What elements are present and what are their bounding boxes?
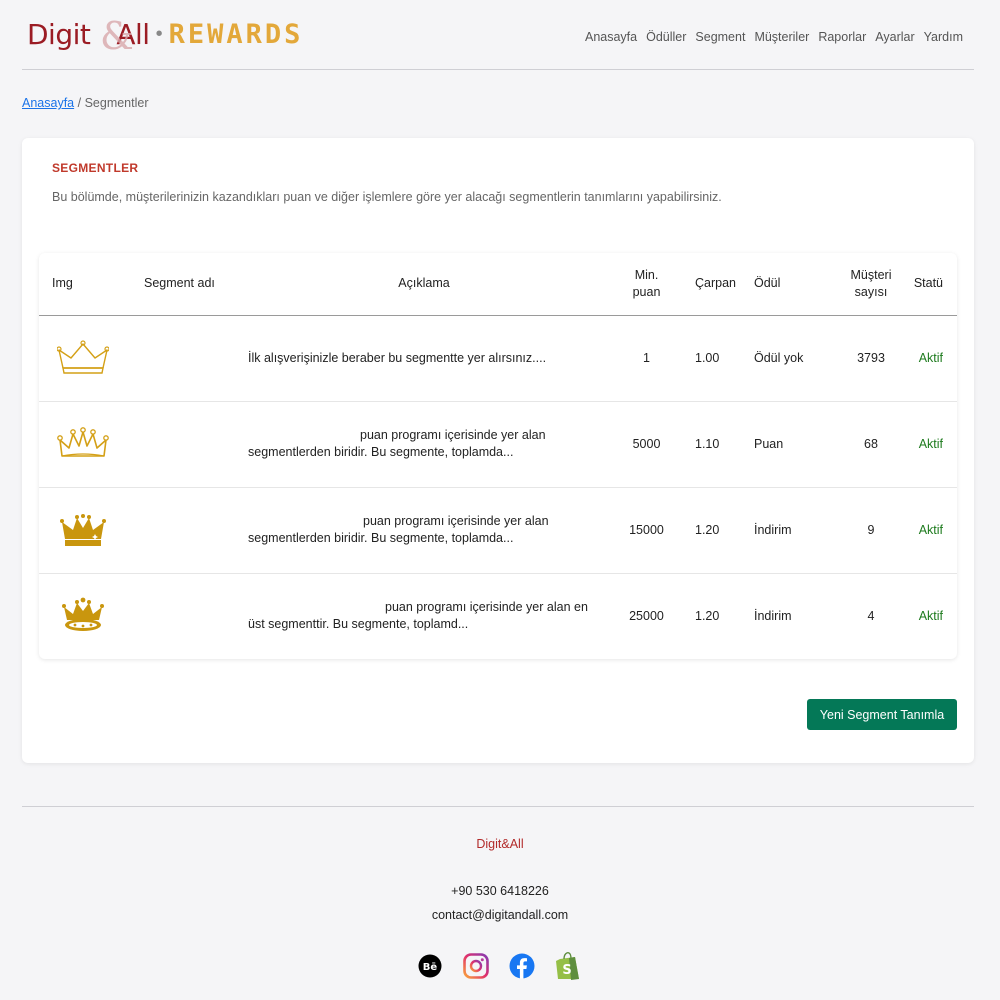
status-badge: Aktif: [918, 522, 943, 537]
header-min-line2: puan: [632, 284, 661, 299]
footer-divider: [22, 806, 974, 807]
segment-name: [131, 315, 248, 401]
logo-ampersand: &: [100, 14, 134, 58]
table-row[interactable]: puan programı içerisinde yer alan segment…: [39, 487, 957, 573]
svg-text:S: S: [562, 963, 571, 978]
nav-segment[interactable]: Segment: [695, 30, 745, 44]
header-description: Açıklama: [398, 276, 450, 291]
header-min-line1: Min.: [634, 267, 659, 282]
nav-yardim[interactable]: Yardım: [924, 30, 963, 44]
breadcrumb: Anasayfa / Segmentler: [22, 96, 149, 110]
table-row[interactable]: puan programı içerisinde yer alan en üst …: [39, 573, 957, 659]
segment-customer-count: 9: [867, 522, 875, 537]
segments-table: Img Segment adı Açıklama Min. puan Çarpan…: [39, 253, 957, 659]
crown-outline-dots-icon: [57, 427, 109, 457]
segment-description: puan programı içerisinde yer alan segment…: [248, 487, 608, 573]
social-links: Bē S: [417, 952, 581, 980]
desc-line2: segmentlerden biridir. Bu segmente, topl…: [248, 445, 514, 459]
desc-line1: puan programı içerisinde yer alan: [363, 514, 549, 528]
segments-card: SEGMENTLER Bu bölümde, müşterilerinizin …: [22, 138, 974, 763]
logo-dot: •: [155, 23, 163, 45]
segment-customer-count: 68: [864, 436, 878, 451]
segment-name: [131, 401, 248, 487]
nav-oduller[interactable]: Ödüller: [646, 30, 686, 44]
header-img: Img: [52, 276, 73, 291]
behance-text: Bē: [423, 962, 438, 973]
page-description: Bu bölümde, müşterilerinizin kazandıklar…: [52, 190, 722, 204]
table-row[interactable]: puan programı içerisinde yer alan segment…: [39, 401, 957, 487]
header-customer-count: Müşteri sayısı: [829, 253, 913, 315]
nav-musteriler[interactable]: Müşteriler: [754, 30, 809, 44]
segment-description: puan programı içerisinde yer alan segment…: [248, 401, 608, 487]
segment-multiplier: 1.20: [695, 608, 720, 623]
header-segment-name: Segment adı: [144, 276, 215, 291]
facebook-icon[interactable]: [509, 952, 535, 980]
desc-line2: üst segmenttir. Bu segmente, toplamd...: [248, 617, 469, 632]
brand-logo[interactable]: Digit All & • REWARDS: [27, 14, 304, 58]
status-badge: Aktif: [918, 608, 943, 623]
logo-wordmark: Digit All &: [27, 14, 150, 58]
table-header-row: Img Segment adı Açıklama Min. puan Çarpan…: [39, 253, 957, 315]
segment-description: puan programı içerisinde yer alan en üst …: [248, 573, 608, 659]
segment-name: [131, 487, 248, 573]
segment-reward: İndirim: [754, 522, 792, 537]
header-min-points: Min. puan: [608, 253, 685, 315]
nav-raporlar[interactable]: Raporlar: [818, 30, 866, 44]
desc-line1: puan programı içerisinde yer alan en: [385, 600, 588, 615]
header: Digit All & • REWARDS Anasayfa Ödüller Se…: [22, 0, 974, 70]
crown-jeweled-icon: [62, 597, 104, 632]
header-reward: Ödül: [754, 276, 781, 291]
breadcrumb-separator: /: [77, 96, 82, 110]
nav-anasayfa[interactable]: Anasayfa: [585, 30, 637, 44]
segment-customer-count: 4: [867, 608, 875, 623]
logo-rewards-text: REWARDS: [168, 19, 304, 50]
status-badge: Aktif: [918, 436, 943, 451]
breadcrumb-home-link[interactable]: Anasayfa: [22, 96, 74, 110]
segments-table-container: Img Segment adı Açıklama Min. puan Çarpan…: [39, 253, 957, 659]
desc-line2: segmentlerden biridir. Bu segmente, topl…: [248, 531, 514, 545]
crown-outline-icon: [57, 340, 109, 374]
segment-reward: İndirim: [754, 608, 792, 623]
shopify-icon[interactable]: S: [555, 952, 581, 980]
desc-line1: İlk alışverişinizle beraber bu segmentte…: [248, 350, 547, 365]
segment-name: [131, 573, 248, 659]
header-status: Statü: [913, 276, 943, 291]
footer-phone[interactable]: +90 530 6418226: [0, 884, 1000, 898]
table-row[interactable]: İlk alışverişinizle beraber bu segmentte…: [39, 315, 957, 401]
breadcrumb-current: Segmentler: [84, 96, 149, 110]
desc-line1: puan programı içerisinde yer alan: [360, 428, 546, 442]
header-count-line1: Müşteri: [850, 267, 892, 282]
header-multiplier: Çarpan: [695, 276, 736, 291]
new-segment-button[interactable]: Yeni Segment Tanımla: [807, 699, 957, 730]
nav-ayarlar[interactable]: Ayarlar: [875, 30, 914, 44]
crown-filled-icon: [60, 514, 106, 546]
segment-min-points: 25000: [629, 608, 664, 623]
segment-multiplier: 1.20: [695, 522, 720, 537]
header-count-line2: sayısı: [854, 284, 888, 299]
status-badge: Aktif: [918, 350, 943, 365]
page-title: SEGMENTLER: [52, 161, 139, 175]
segment-min-points: 1: [643, 350, 650, 365]
logo-digit-text: Digit: [27, 18, 91, 51]
segment-reward: Ödül yok: [754, 350, 804, 365]
segment-multiplier: 1.10: [695, 436, 720, 451]
segment-multiplier: 1.00: [695, 350, 720, 365]
behance-icon[interactable]: Bē: [417, 952, 443, 980]
main-nav: Anasayfa Ödüller Segment Müşteriler Rapo…: [585, 30, 963, 44]
segment-description: İlk alışverişinizle beraber bu segmentte…: [248, 315, 608, 401]
footer-brand: Digit&All: [476, 837, 524, 851]
footer-email[interactable]: contact@digitandall.com: [0, 908, 1000, 922]
segment-min-points: 5000: [632, 436, 661, 451]
segment-min-points: 15000: [629, 522, 664, 537]
segment-reward: Puan: [754, 436, 784, 451]
segment-customer-count: 3793: [857, 350, 885, 365]
instagram-icon[interactable]: [463, 952, 489, 980]
